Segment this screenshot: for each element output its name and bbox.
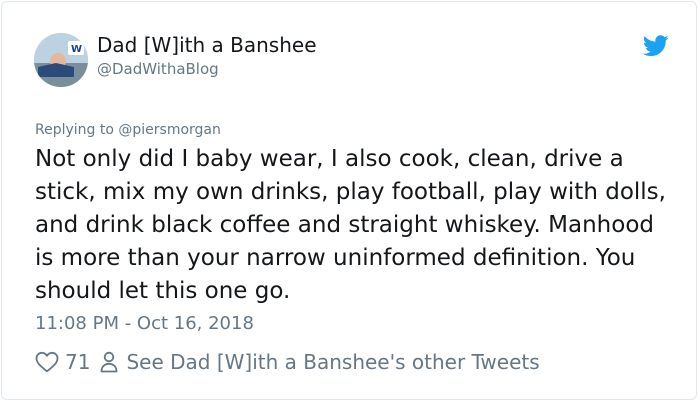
see-other-tweets-link[interactable]: See Dad [W]ith a Banshee's other Tweets (126, 350, 539, 374)
svg-text:W: W (71, 44, 82, 55)
tweet-text: Not only did I baby wear, I also cook, c… (35, 146, 666, 304)
avatar-photo: W (34, 33, 88, 87)
heart-outline-icon[interactable] (35, 351, 59, 373)
avatar[interactable]: W (34, 33, 88, 87)
author-display-name[interactable]: Dad [W]ith a Banshee (97, 33, 317, 57)
replying-to[interactable]: Replying to @piersmorgan (35, 122, 221, 138)
like-count[interactable]: 71 (65, 350, 90, 374)
tweet-timestamp[interactable]: 11:08 PM - Oct 16, 2018 (35, 313, 254, 334)
person-outline-icon (101, 351, 118, 373)
author-handle[interactable]: @DadWithaBlog (97, 60, 219, 78)
twitter-bird-icon[interactable] (643, 35, 669, 57)
tweet-actions: 71 See Dad [W]ith a Banshee's other Twee… (35, 348, 540, 376)
tweet-card: W Dad [W]ith a Banshee @DadWithaBlog Rep… (1, 1, 697, 400)
